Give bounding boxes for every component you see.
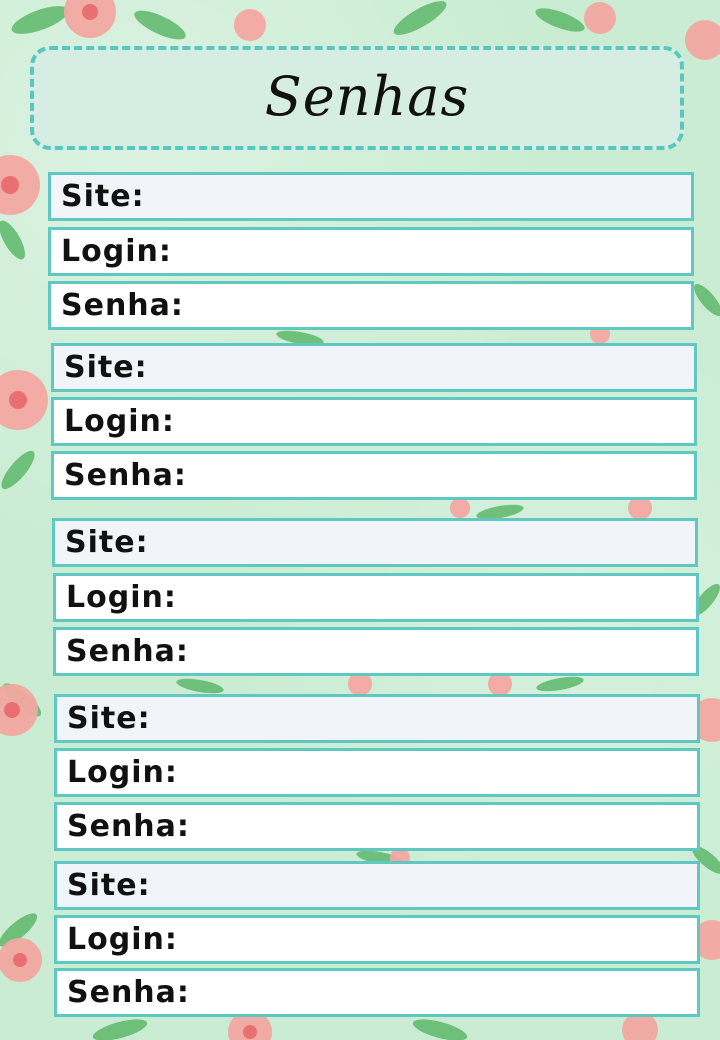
site-label: Site:	[67, 701, 151, 736]
login-label: Login:	[67, 755, 178, 790]
site-label: Site:	[61, 179, 145, 214]
login-label: Login:	[61, 234, 172, 269]
password-field-1[interactable]: Senha:	[48, 281, 694, 330]
login-field-3[interactable]: Login:	[53, 573, 699, 622]
page-title: Senhas	[264, 64, 470, 128]
password-field-3[interactable]: Senha:	[53, 627, 699, 676]
password-label: Senha:	[66, 634, 189, 669]
password-label: Senha:	[67, 809, 190, 844]
login-field-1[interactable]: Login:	[48, 227, 694, 276]
login-field-4[interactable]: Login:	[54, 748, 700, 797]
password-label: Senha:	[61, 288, 184, 323]
login-field-5[interactable]: Login:	[54, 915, 700, 964]
login-label: Login:	[64, 404, 175, 439]
site-field-3[interactable]: Site:	[52, 518, 698, 567]
password-field-5[interactable]: Senha:	[54, 968, 700, 1017]
login-field-2[interactable]: Login:	[51, 397, 697, 446]
site-field-4[interactable]: Site:	[54, 694, 700, 743]
password-label: Senha:	[67, 975, 190, 1010]
site-label: Site:	[65, 525, 149, 560]
title-banner: Senhas	[30, 46, 684, 150]
site-label: Site:	[67, 868, 151, 903]
password-field-2[interactable]: Senha:	[51, 451, 697, 500]
site-label: Site:	[64, 350, 148, 385]
site-field-1[interactable]: Site:	[48, 172, 694, 221]
site-field-5[interactable]: Site:	[54, 861, 700, 910]
password-label: Senha:	[64, 458, 187, 493]
login-label: Login:	[66, 580, 177, 615]
site-field-2[interactable]: Site:	[51, 343, 697, 392]
password-field-4[interactable]: Senha:	[54, 802, 700, 851]
login-label: Login:	[67, 922, 178, 957]
